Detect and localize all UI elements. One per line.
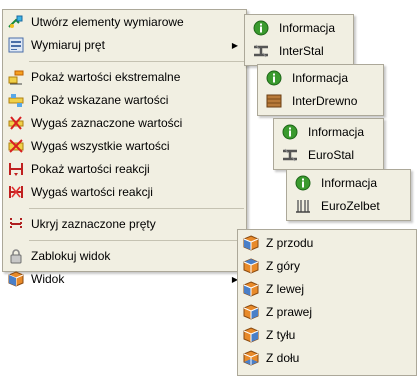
submenu-eurostal: Informacja EuroStal	[273, 118, 384, 170]
wood-beam-icon	[266, 93, 282, 109]
menu-item-dimension-bar[interactable]: Wymiaruj pręt ▶	[3, 34, 246, 57]
show-reaction-values-icon	[8, 161, 24, 177]
menu-item-show-extreme-values[interactable]: Pokaż wartości ekstremalne	[3, 66, 246, 89]
menu-item-eurozelbet[interactable]: EuroZelbet	[287, 195, 410, 218]
menu-item-label: Pokaż wartości ekstremalne	[31, 70, 181, 84]
menu-item-label: Z prawej	[266, 305, 313, 319]
menu-item-left-view[interactable]: Z lewej	[238, 278, 416, 301]
steel-beam-icon	[282, 147, 298, 163]
menu-item-label: Widok	[31, 272, 65, 286]
menu-item-show-reaction-values[interactable]: Pokaż wartości reakcji	[3, 158, 246, 181]
view-top-icon	[243, 258, 259, 274]
menu-item-bottom-view[interactable]: Z dołu	[238, 347, 416, 370]
create-dimension-elements-icon	[8, 14, 24, 30]
menu-item-label: EuroStal	[308, 148, 355, 162]
menu-item-label: Informacja	[292, 71, 349, 85]
menu-item-hide-selected-bars[interactable]: Ukryj zaznaczone pręty	[3, 213, 246, 236]
info-icon	[253, 20, 269, 36]
show-selected-values-icon	[8, 92, 24, 108]
lock-icon	[8, 248, 24, 264]
menu-separator	[29, 61, 244, 62]
menu-item-informacja[interactable]: Informacja	[274, 121, 383, 144]
menu-item-label: Z przodu	[266, 236, 314, 250]
menu-item-lock-view[interactable]: Zablokuj widok	[3, 245, 246, 268]
menu-item-view[interactable]: Widok ▶	[3, 268, 246, 291]
menu-item-right-view[interactable]: Z prawej	[238, 301, 416, 324]
menu-item-label: EuroZelbet	[321, 199, 380, 213]
menu-separator	[29, 240, 244, 241]
view-back-icon	[243, 327, 259, 343]
submenu-interdrewno: Informacja InterDrewno	[257, 64, 384, 116]
menu-item-label: Z góry	[266, 259, 301, 273]
hide-selected-bars-icon	[8, 216, 24, 232]
dimension-bar-icon	[8, 37, 24, 53]
hide-all-values-icon	[8, 138, 24, 154]
submenu-widok: Z przodu Z góry Z lewej Z prawej Z tyłu …	[237, 229, 417, 376]
hide-reaction-values-icon	[8, 184, 24, 200]
menu-item-informacja[interactable]: Informacja	[245, 17, 353, 40]
menu-item-label: Ukryj zaznaczone pręty	[31, 217, 156, 231]
menu-item-label: Wygaś wszystkie wartości	[31, 139, 170, 153]
menu-item-label: Z lewej	[266, 282, 305, 296]
menu-item-show-selected-values[interactable]: Pokaż wskazane wartości	[3, 89, 246, 112]
menu-item-front-view[interactable]: Z przodu	[238, 232, 416, 255]
menu-item-label: InterStal	[279, 44, 324, 58]
menu-item-interstal[interactable]: InterStal	[245, 40, 353, 63]
menu-item-label: Informacja	[321, 176, 378, 190]
submenu-eurozelbet: Informacja EuroZelbet	[286, 169, 411, 221]
menu-item-label: Informacja	[279, 21, 336, 35]
view-front-icon	[243, 235, 259, 251]
menu-item-label: Wymiaruj pręt	[31, 38, 105, 52]
steel-beam-icon	[253, 43, 269, 59]
context-menu: Utwórz elementy wymiarowe Wymiaruj pręt …	[2, 9, 247, 287]
menu-item-create-dimension-elements[interactable]: Utwórz elementy wymiarowe	[3, 11, 246, 34]
hide-selected-values-icon	[8, 115, 24, 131]
menu-item-label: InterDrewno	[292, 94, 358, 108]
menu-item-eurostal[interactable]: EuroStal	[274, 144, 383, 167]
menu-item-label: Informacja	[308, 125, 365, 139]
menu-item-label: Zablokuj widok	[31, 249, 111, 263]
menu-item-label: Z dołu	[266, 351, 300, 365]
menu-item-top-view[interactable]: Z góry	[238, 255, 416, 278]
show-extreme-values-icon	[8, 69, 24, 85]
info-icon	[266, 70, 282, 86]
menu-item-label: Z tyłu	[266, 328, 296, 342]
menu-item-hide-all-values[interactable]: Wygaś wszystkie wartości	[3, 135, 246, 158]
view-left-icon	[243, 281, 259, 297]
info-icon	[295, 175, 311, 191]
menu-item-label: Utwórz elementy wymiarowe	[31, 15, 184, 29]
menu-item-back-view[interactable]: Z tyłu	[238, 324, 416, 347]
menu-item-label: Pokaż wartości reakcji	[31, 162, 150, 176]
submenu-arrow-icon: ▶	[231, 41, 238, 50]
menu-item-interdrewno[interactable]: InterDrewno	[258, 90, 383, 113]
submenu-interstal: Informacja InterStal	[244, 14, 354, 66]
info-icon	[282, 124, 298, 140]
view-bottom-icon	[243, 350, 259, 366]
menu-item-hide-reaction-values[interactable]: Wygaś wartości reakcji	[3, 181, 246, 204]
reinforced-concrete-icon	[295, 198, 311, 214]
menu-item-label: Wygaś wartości reakcji	[31, 185, 153, 199]
view-right-icon	[243, 304, 259, 320]
menu-item-label: Pokaż wskazane wartości	[31, 93, 169, 107]
menu-item-informacja[interactable]: Informacja	[287, 172, 410, 195]
menu-item-informacja[interactable]: Informacja	[258, 67, 383, 90]
menu-item-label: Wygaś zaznaczone wartości	[31, 116, 183, 130]
menu-item-hide-selected-values[interactable]: Wygaś zaznaczone wartości	[3, 112, 246, 135]
view-cube-icon	[8, 271, 24, 287]
menu-separator	[29, 208, 244, 209]
